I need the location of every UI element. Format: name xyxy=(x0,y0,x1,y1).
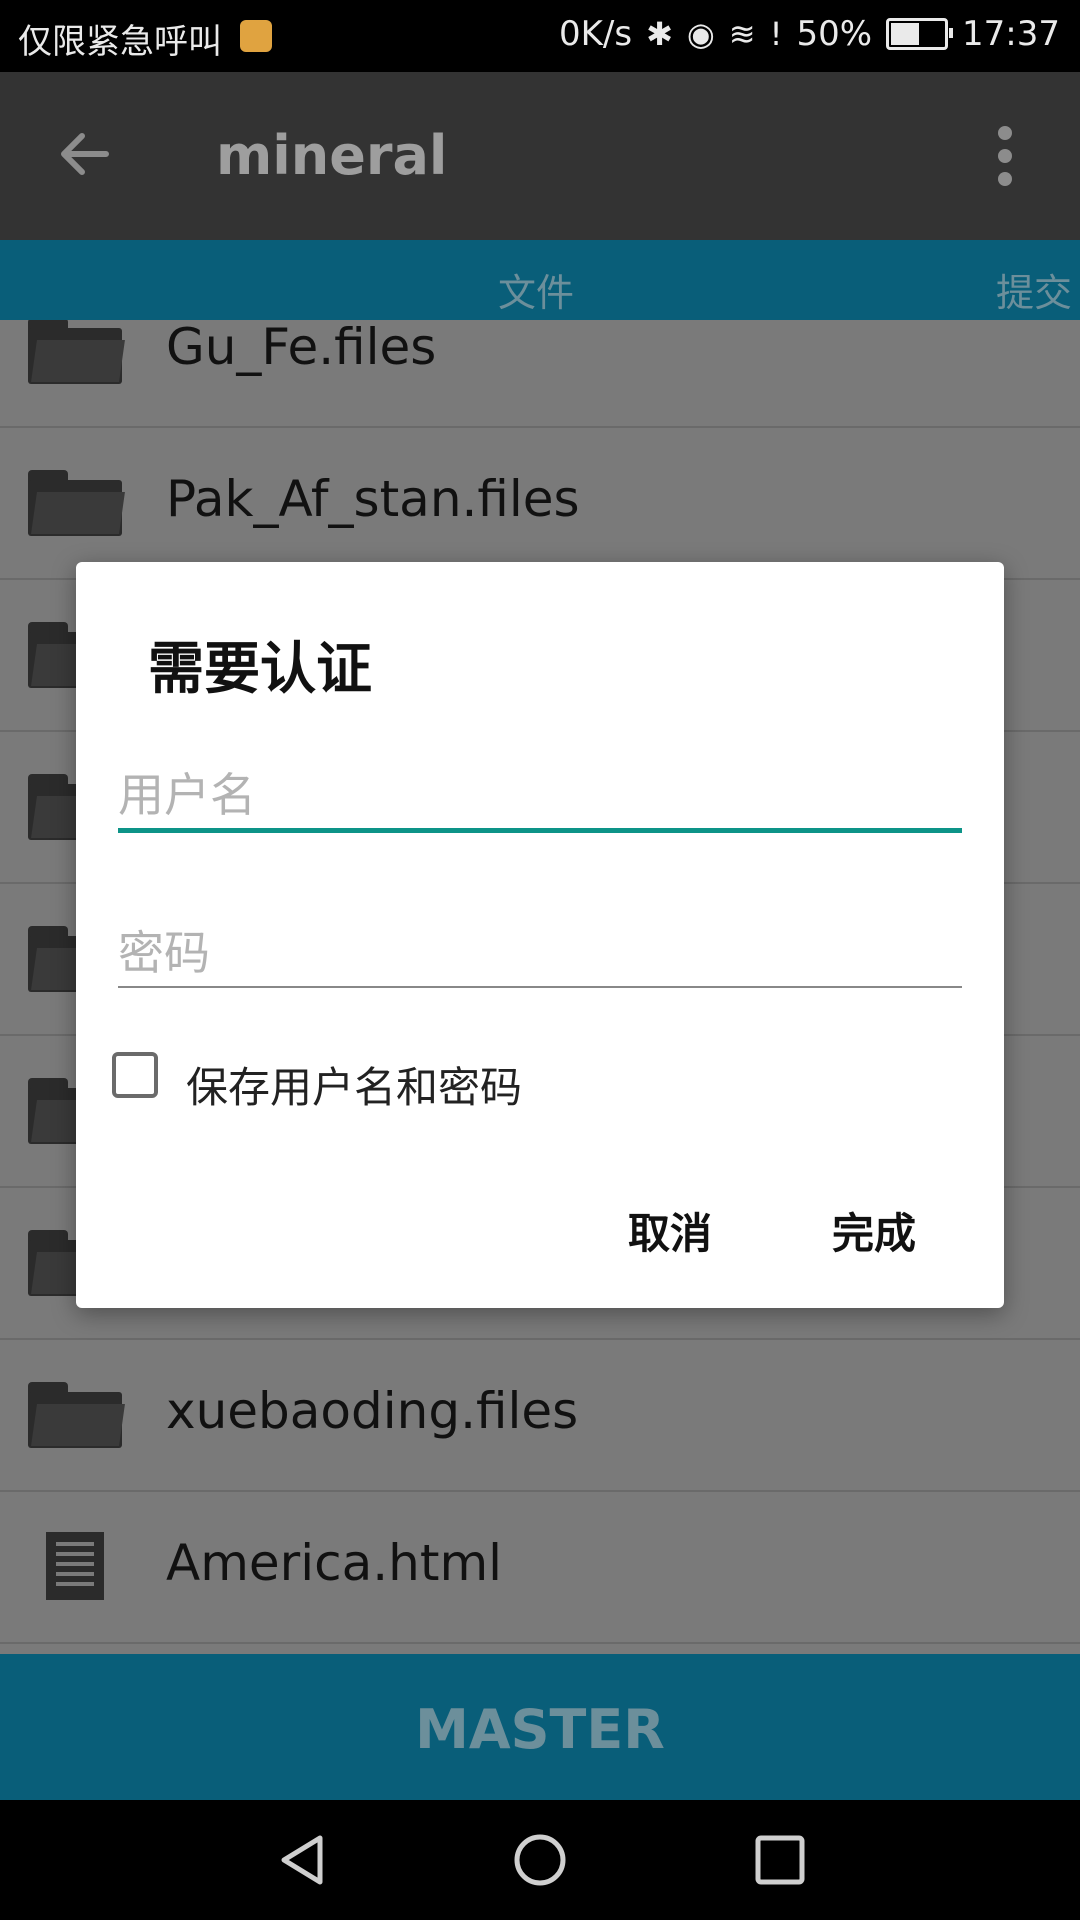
alert-icon: ! xyxy=(769,15,783,53)
done-button[interactable]: 完成 xyxy=(824,1196,924,1265)
username-underline xyxy=(118,828,962,833)
battery-percent: 50% xyxy=(796,14,873,54)
bluetooth-icon: ✱ xyxy=(646,15,673,53)
wifi-icon: ≋ xyxy=(728,15,756,53)
branch-label: MASTER xyxy=(415,1698,665,1761)
folder-icon xyxy=(28,1382,125,1448)
battery-icon xyxy=(886,18,954,50)
folder-icon xyxy=(28,320,125,384)
status-icons: 0K/s ✱ ◉ ≋ ! 50% 17:37 xyxy=(559,14,1060,54)
list-item[interactable]: Pak_Af_stan.files xyxy=(0,426,1080,580)
password-input[interactable] xyxy=(118,918,962,988)
nav-back-icon[interactable] xyxy=(274,1832,330,1888)
file-name: Gu_Fe.files xyxy=(166,320,437,376)
network-speed: 0K/s xyxy=(558,14,633,54)
file-name: America.html xyxy=(166,1534,503,1592)
eye-comfort-icon: ◉ xyxy=(686,15,715,53)
nav-recents-icon[interactable] xyxy=(752,1832,808,1888)
folder-icon xyxy=(28,470,125,536)
clock: 17:37 xyxy=(962,14,1060,54)
document-icon xyxy=(46,1532,104,1600)
more-options-icon[interactable] xyxy=(998,126,1012,186)
tab-commits[interactable]: 提交 xyxy=(996,262,1072,317)
sim-lock-icon xyxy=(240,20,272,52)
save-credentials-checkbox[interactable] xyxy=(112,1052,158,1098)
back-arrow-icon[interactable] xyxy=(52,122,116,186)
app-bar xyxy=(0,72,1080,240)
carrier-text: 仅限紧急呼叫 xyxy=(18,22,222,62)
file-name: xuebaoding.files xyxy=(166,1382,579,1440)
username-input[interactable] xyxy=(118,760,962,830)
list-item[interactable]: Gu_Fe.files xyxy=(0,320,1080,428)
tab-files[interactable]: 文件 xyxy=(498,262,574,317)
file-name: Pak_Af_stan.files xyxy=(166,470,580,528)
cancel-button[interactable]: 取消 xyxy=(620,1196,720,1265)
page-title: mineral xyxy=(216,124,448,187)
password-underline xyxy=(118,986,962,988)
nav-home-icon[interactable] xyxy=(512,1832,568,1888)
list-item[interactable]: xuebaoding.files xyxy=(0,1338,1080,1492)
list-item[interactable]: America.html xyxy=(0,1490,1080,1644)
dialog-title: 需要认证 xyxy=(148,637,372,702)
save-credentials-label[interactable]: 保存用户名和密码 xyxy=(186,1054,522,1115)
